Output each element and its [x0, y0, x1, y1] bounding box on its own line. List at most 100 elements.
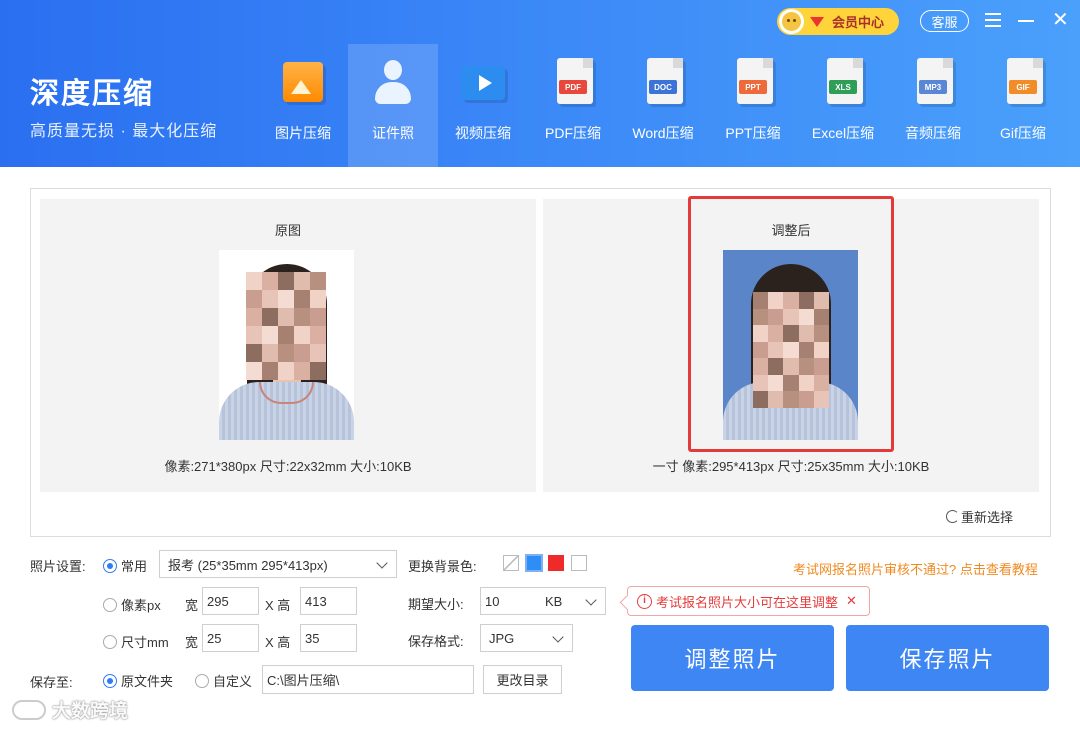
- mosaic-cell: [278, 308, 294, 326]
- original-title: 原图: [274, 223, 301, 238]
- mosaic-cell: [246, 290, 262, 308]
- expected-size-select[interactable]: 10 KB: [480, 587, 606, 615]
- mm-width-input[interactable]: 25: [202, 624, 259, 652]
- bg-color-label: 更换背景色:: [408, 559, 477, 574]
- ppt-icon: PPT: [727, 56, 779, 112]
- mosaic-cell: [278, 272, 294, 290]
- nav-item-gif-compress[interactable]: GIF Gif压缩: [978, 44, 1068, 167]
- save-photo-button[interactable]: 保存照片: [846, 625, 1049, 691]
- mosaic-cell: [310, 362, 326, 380]
- close-icon[interactable]: ✕: [1052, 10, 1069, 30]
- original-preview-panel: 原图 像素:271*380px 尺寸:22x32mm 大小:10KB: [40, 199, 536, 492]
- original-photo-info: 像素:271*380px 尺寸:22x32mm 大小:10KB: [164, 459, 412, 474]
- nav-item-audio-compress[interactable]: MP3 音频压缩: [888, 44, 978, 167]
- watermark-logo-icon: [12, 699, 46, 720]
- image-icon: [277, 56, 329, 112]
- mosaic-cell: [262, 290, 278, 308]
- word-icon: DOC: [637, 56, 689, 112]
- mosaic-cell: [294, 362, 310, 380]
- vip-center-button[interactable]: 会员中心: [777, 8, 899, 35]
- save-custom-radio[interactable]: 自定义: [195, 671, 252, 690]
- nav-item-pdf-compress[interactable]: PDF PDF压缩: [528, 44, 618, 167]
- mm-height-input[interactable]: 35: [300, 624, 357, 652]
- tutorial-link[interactable]: 考试网报名照片审核不通过? 点击查看教程: [793, 559, 1038, 578]
- nav-item-word-compress[interactable]: DOC Word压缩: [618, 44, 708, 167]
- bg-color-transparent[interactable]: [503, 555, 519, 571]
- height-label: X 高: [265, 598, 291, 613]
- avatar: [779, 9, 804, 34]
- nav-item-label: 视频压缩: [455, 125, 511, 141]
- close-icon[interactable]: ✕: [846, 593, 857, 609]
- mosaic-cell: [294, 272, 310, 290]
- adjust-photo-button[interactable]: 调整照片: [631, 625, 834, 691]
- mosaic-cell: [310, 290, 326, 308]
- format-select[interactable]: JPG: [480, 624, 573, 652]
- chevron-down-icon: [376, 557, 388, 569]
- mosaic-cell: [310, 272, 326, 290]
- nav-item-ppt-compress[interactable]: PPT PPT压缩: [708, 44, 798, 167]
- nav-item-id-photo[interactable]: 证件照: [348, 44, 438, 167]
- nav-item-image-compress[interactable]: 图片压缩: [258, 44, 348, 167]
- original-photo: [219, 250, 354, 440]
- width-label: 宽: [185, 598, 199, 613]
- refresh-icon: [946, 510, 959, 523]
- mosaic-cell: [246, 272, 262, 290]
- mosaic-cell: [246, 308, 262, 326]
- adjusted-photo-info: 一寸 像素:295*413px 尺寸:25x35mm 大小:10KB: [652, 459, 930, 474]
- mosaic-cell: [278, 326, 294, 344]
- save-to-label: 保存至:: [30, 675, 73, 690]
- mosaic-cell: [294, 344, 310, 362]
- save-original-folder-radio[interactable]: 原文件夹: [103, 671, 173, 690]
- mosaic-cell: [262, 308, 278, 326]
- nav-item-excel-compress[interactable]: XLS Excel压缩: [798, 44, 888, 167]
- mosaic-cell: [262, 326, 278, 344]
- mosaic-cell: [310, 308, 326, 326]
- info-icon: i: [637, 593, 652, 609]
- mode-common-radio[interactable]: 常用: [103, 556, 147, 575]
- mode-mm-radio[interactable]: 尺寸mm: [103, 632, 169, 651]
- mosaic-cell: [294, 308, 310, 326]
- app-header: 深度压缩 高质量无损 · 最大化压缩 会员中心 客服 ✕ 图片压缩 证件照 视频…: [0, 0, 1080, 167]
- photo-setting-label: 照片设置:: [30, 559, 86, 574]
- change-directory-button[interactable]: 更改目录: [483, 665, 562, 694]
- mosaic-cell: [246, 344, 262, 362]
- id-photo-icon: [367, 56, 419, 112]
- mode-pixel-radio[interactable]: 像素px: [103, 595, 161, 614]
- nav-item-label: 证件照: [372, 125, 414, 141]
- vip-center-label: 会员中心: [832, 15, 885, 30]
- width-label: 宽: [185, 635, 199, 650]
- nav-item-video-compress[interactable]: 视频压缩: [438, 44, 528, 167]
- format-label: 保存格式:: [408, 634, 464, 649]
- reselect-button[interactable]: 重新选择: [946, 507, 1013, 526]
- bg-color-blue[interactable]: [525, 554, 543, 572]
- chevron-down-icon: [552, 631, 564, 643]
- chevron-down-icon: [585, 594, 597, 606]
- minimize-icon[interactable]: [1018, 20, 1034, 22]
- save-path-input[interactable]: C:\图片压缩\: [262, 665, 474, 694]
- height-label: X 高: [265, 635, 291, 650]
- video-icon: [457, 56, 509, 112]
- size-tip-popup: i 考试报名照片大小可在这里调整 ✕: [627, 586, 870, 616]
- reselect-label: 重新选择: [961, 510, 1014, 525]
- mosaic-cell: [246, 326, 262, 344]
- mosaic-cell: [310, 326, 326, 344]
- nav-item-label: Word压缩: [632, 125, 694, 141]
- bg-color-white[interactable]: [571, 555, 587, 571]
- px-height-input[interactable]: 413: [300, 587, 357, 615]
- bg-color-red[interactable]: [548, 555, 564, 571]
- expected-size-label: 期望大小:: [408, 597, 464, 612]
- watermark: 大数跨境: [12, 696, 128, 723]
- nav-item-label: Gif压缩: [1000, 125, 1046, 141]
- customer-service-button[interactable]: 客服: [920, 10, 969, 32]
- preset-select[interactable]: 报考 (25*35mm 295*413px): [159, 550, 397, 578]
- nav-item-label: 图片压缩: [275, 125, 331, 141]
- nav-item-label: PDF压缩: [545, 125, 601, 141]
- mosaic-cell: [278, 344, 294, 362]
- menu-icon[interactable]: [985, 13, 1001, 27]
- pdf-icon: PDF: [547, 56, 599, 112]
- excel-icon: XLS: [817, 56, 869, 112]
- mosaic-cell: [294, 290, 310, 308]
- px-width-input[interactable]: 295: [202, 587, 259, 615]
- mosaic-cell: [246, 362, 262, 380]
- mosaic-cell: [310, 344, 326, 362]
